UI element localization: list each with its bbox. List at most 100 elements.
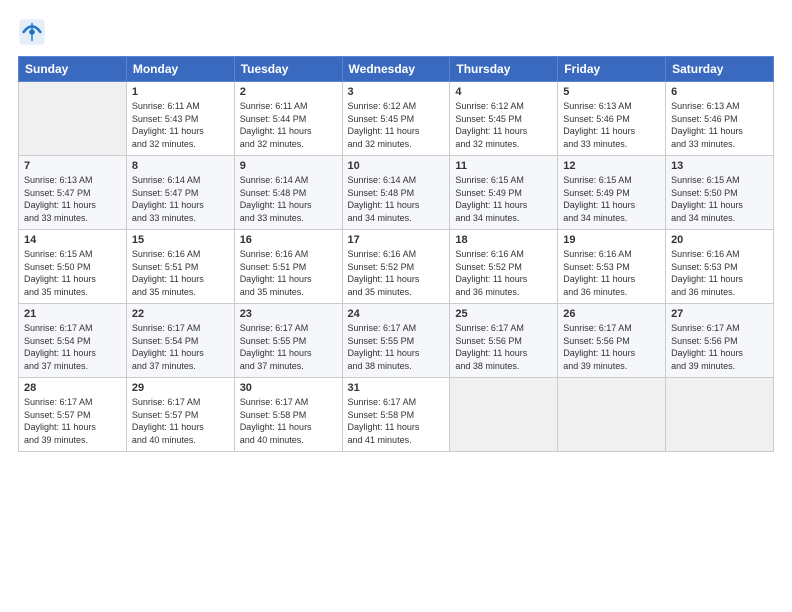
day-number: 16 <box>240 234 337 246</box>
day-number: 17 <box>348 234 445 246</box>
calendar-cell: 17 Sunrise: 6:16 AM Sunset: 5:52 PM Dayli… <box>342 230 450 304</box>
calendar-cell: 9 Sunrise: 6:14 AM Sunset: 5:48 PM Daylig… <box>234 156 342 230</box>
day-info: Sunrise: 6:17 AM Sunset: 5:55 PM Dayligh… <box>240 322 337 372</box>
day-info: Sunrise: 6:16 AM Sunset: 5:52 PM Dayligh… <box>348 248 445 298</box>
calendar-cell: 22 Sunrise: 6:17 AM Sunset: 5:54 PM Dayli… <box>126 304 234 378</box>
day-info: Sunrise: 6:17 AM Sunset: 5:56 PM Dayligh… <box>455 322 552 372</box>
calendar-cell: 13 Sunrise: 6:15 AM Sunset: 5:50 PM Dayli… <box>666 156 774 230</box>
calendar-cell: 16 Sunrise: 6:16 AM Sunset: 5:51 PM Dayli… <box>234 230 342 304</box>
day-number: 2 <box>240 86 337 98</box>
week-row-4: 21 Sunrise: 6:17 AM Sunset: 5:54 PM Dayli… <box>19 304 774 378</box>
day-info: Sunrise: 6:15 AM Sunset: 5:50 PM Dayligh… <box>671 174 768 224</box>
day-number: 11 <box>455 160 552 172</box>
calendar-cell: 15 Sunrise: 6:16 AM Sunset: 5:51 PM Dayli… <box>126 230 234 304</box>
day-info: Sunrise: 6:16 AM Sunset: 5:53 PM Dayligh… <box>563 248 660 298</box>
calendar-cell: 24 Sunrise: 6:17 AM Sunset: 5:55 PM Dayli… <box>342 304 450 378</box>
calendar-cell: 7 Sunrise: 6:13 AM Sunset: 5:47 PM Daylig… <box>19 156 127 230</box>
day-info: Sunrise: 6:13 AM Sunset: 5:46 PM Dayligh… <box>563 100 660 150</box>
calendar-cell: 26 Sunrise: 6:17 AM Sunset: 5:56 PM Dayli… <box>558 304 666 378</box>
calendar-cell: 30 Sunrise: 6:17 AM Sunset: 5:58 PM Dayli… <box>234 378 342 452</box>
day-info: Sunrise: 6:11 AM Sunset: 5:43 PM Dayligh… <box>132 100 229 150</box>
calendar-cell <box>666 378 774 452</box>
day-number: 12 <box>563 160 660 172</box>
calendar-cell <box>558 378 666 452</box>
calendar-cell: 20Sunrise: 6:16 AM Sunset: 5:53 PM Dayli… <box>666 230 774 304</box>
day-header-sunday: Sunday <box>19 57 127 82</box>
day-number: 25 <box>455 308 552 320</box>
day-number: 10 <box>348 160 445 172</box>
day-number: 8 <box>132 160 229 172</box>
day-info: Sunrise: 6:15 AM Sunset: 5:50 PM Dayligh… <box>24 248 121 298</box>
day-number: 13 <box>671 160 768 172</box>
day-info: Sunrise: 6:17 AM Sunset: 5:57 PM Dayligh… <box>24 396 121 446</box>
calendar-cell: 1 Sunrise: 6:11 AM Sunset: 5:43 PM Daylig… <box>126 82 234 156</box>
calendar-cell: 28 Sunrise: 6:17 AM Sunset: 5:57 PM Dayli… <box>19 378 127 452</box>
logo <box>18 18 50 46</box>
day-number: 4 <box>455 86 552 98</box>
day-info: Sunrise: 6:15 AM Sunset: 5:49 PM Dayligh… <box>563 174 660 224</box>
day-info: Sunrise: 6:13 AM Sunset: 5:46 PM Dayligh… <box>671 100 768 150</box>
day-number: 22 <box>132 308 229 320</box>
calendar-cell: 31Sunrise: 6:17 AM Sunset: 5:58 PM Dayli… <box>342 378 450 452</box>
day-number: 24 <box>348 308 445 320</box>
day-info: Sunrise: 6:11 AM Sunset: 5:44 PM Dayligh… <box>240 100 337 150</box>
day-number: 5 <box>563 86 660 98</box>
calendar-cell: 12 Sunrise: 6:15 AM Sunset: 5:49 PM Dayli… <box>558 156 666 230</box>
day-number: 31 <box>348 382 445 394</box>
calendar-cell: 14Sunrise: 6:15 AM Sunset: 5:50 PM Dayli… <box>19 230 127 304</box>
calendar-cell: 27 Sunrise: 6:17 AM Sunset: 5:56 PM Dayli… <box>666 304 774 378</box>
calendar-cell: 29 Sunrise: 6:17 AM Sunset: 5:57 PM Dayli… <box>126 378 234 452</box>
day-number: 30 <box>240 382 337 394</box>
day-info: Sunrise: 6:13 AM Sunset: 5:47 PM Dayligh… <box>24 174 121 224</box>
day-header-thursday: Thursday <box>450 57 558 82</box>
day-number: 9 <box>240 160 337 172</box>
day-info: Sunrise: 6:16 AM Sunset: 5:53 PM Dayligh… <box>671 248 768 298</box>
week-row-3: 14Sunrise: 6:15 AM Sunset: 5:50 PM Dayli… <box>19 230 774 304</box>
day-info: Sunrise: 6:16 AM Sunset: 5:51 PM Dayligh… <box>132 248 229 298</box>
day-info: Sunrise: 6:17 AM Sunset: 5:54 PM Dayligh… <box>24 322 121 372</box>
day-info: Sunrise: 6:12 AM Sunset: 5:45 PM Dayligh… <box>455 100 552 150</box>
week-row-2: 7 Sunrise: 6:13 AM Sunset: 5:47 PM Daylig… <box>19 156 774 230</box>
day-info: Sunrise: 6:14 AM Sunset: 5:48 PM Dayligh… <box>348 174 445 224</box>
calendar-cell <box>450 378 558 452</box>
day-number: 29 <box>132 382 229 394</box>
day-number: 3 <box>348 86 445 98</box>
day-number: 26 <box>563 308 660 320</box>
day-info: Sunrise: 6:16 AM Sunset: 5:51 PM Dayligh… <box>240 248 337 298</box>
day-info: Sunrise: 6:17 AM Sunset: 5:55 PM Dayligh… <box>348 322 445 372</box>
day-header-wednesday: Wednesday <box>342 57 450 82</box>
day-header-saturday: Saturday <box>666 57 774 82</box>
calendar-cell: 8 Sunrise: 6:14 AM Sunset: 5:47 PM Daylig… <box>126 156 234 230</box>
calendar-cell: 4 Sunrise: 6:12 AM Sunset: 5:45 PM Daylig… <box>450 82 558 156</box>
week-row-1: 1 Sunrise: 6:11 AM Sunset: 5:43 PM Daylig… <box>19 82 774 156</box>
day-number: 7 <box>24 160 121 172</box>
day-info: Sunrise: 6:17 AM Sunset: 5:56 PM Dayligh… <box>671 322 768 372</box>
day-info: Sunrise: 6:17 AM Sunset: 5:54 PM Dayligh… <box>132 322 229 372</box>
day-number: 6 <box>671 86 768 98</box>
day-info: Sunrise: 6:15 AM Sunset: 5:49 PM Dayligh… <box>455 174 552 224</box>
day-number: 1 <box>132 86 229 98</box>
day-number: 27 <box>671 308 768 320</box>
calendar-cell: 18Sunrise: 6:16 AM Sunset: 5:52 PM Dayli… <box>450 230 558 304</box>
day-info: Sunrise: 6:14 AM Sunset: 5:47 PM Dayligh… <box>132 174 229 224</box>
calendar-cell: 21 Sunrise: 6:17 AM Sunset: 5:54 PM Dayli… <box>19 304 127 378</box>
day-info: Sunrise: 6:14 AM Sunset: 5:48 PM Dayligh… <box>240 174 337 224</box>
day-info: Sunrise: 6:17 AM Sunset: 5:56 PM Dayligh… <box>563 322 660 372</box>
day-number: 19 <box>563 234 660 246</box>
day-header-tuesday: Tuesday <box>234 57 342 82</box>
week-row-5: 28 Sunrise: 6:17 AM Sunset: 5:57 PM Dayli… <box>19 378 774 452</box>
day-info: Sunrise: 6:12 AM Sunset: 5:45 PM Dayligh… <box>348 100 445 150</box>
day-info: Sunrise: 6:17 AM Sunset: 5:58 PM Dayligh… <box>240 396 337 446</box>
day-number: 28 <box>24 382 121 394</box>
day-header-monday: Monday <box>126 57 234 82</box>
calendar-cell: 3 Sunrise: 6:12 AM Sunset: 5:45 PM Daylig… <box>342 82 450 156</box>
day-number: 15 <box>132 234 229 246</box>
calendar-cell: 10 Sunrise: 6:14 AM Sunset: 5:48 PM Dayli… <box>342 156 450 230</box>
page: SundayMondayTuesdayWednesdayThursdayFrid… <box>0 0 792 462</box>
calendar-cell: 23 Sunrise: 6:17 AM Sunset: 5:55 PM Dayli… <box>234 304 342 378</box>
day-info: Sunrise: 6:17 AM Sunset: 5:57 PM Dayligh… <box>132 396 229 446</box>
day-number: 21 <box>24 308 121 320</box>
day-number: 23 <box>240 308 337 320</box>
calendar-table: SundayMondayTuesdayWednesdayThursdayFrid… <box>18 56 774 452</box>
calendar-cell: 5 Sunrise: 6:13 AM Sunset: 5:46 PM Daylig… <box>558 82 666 156</box>
